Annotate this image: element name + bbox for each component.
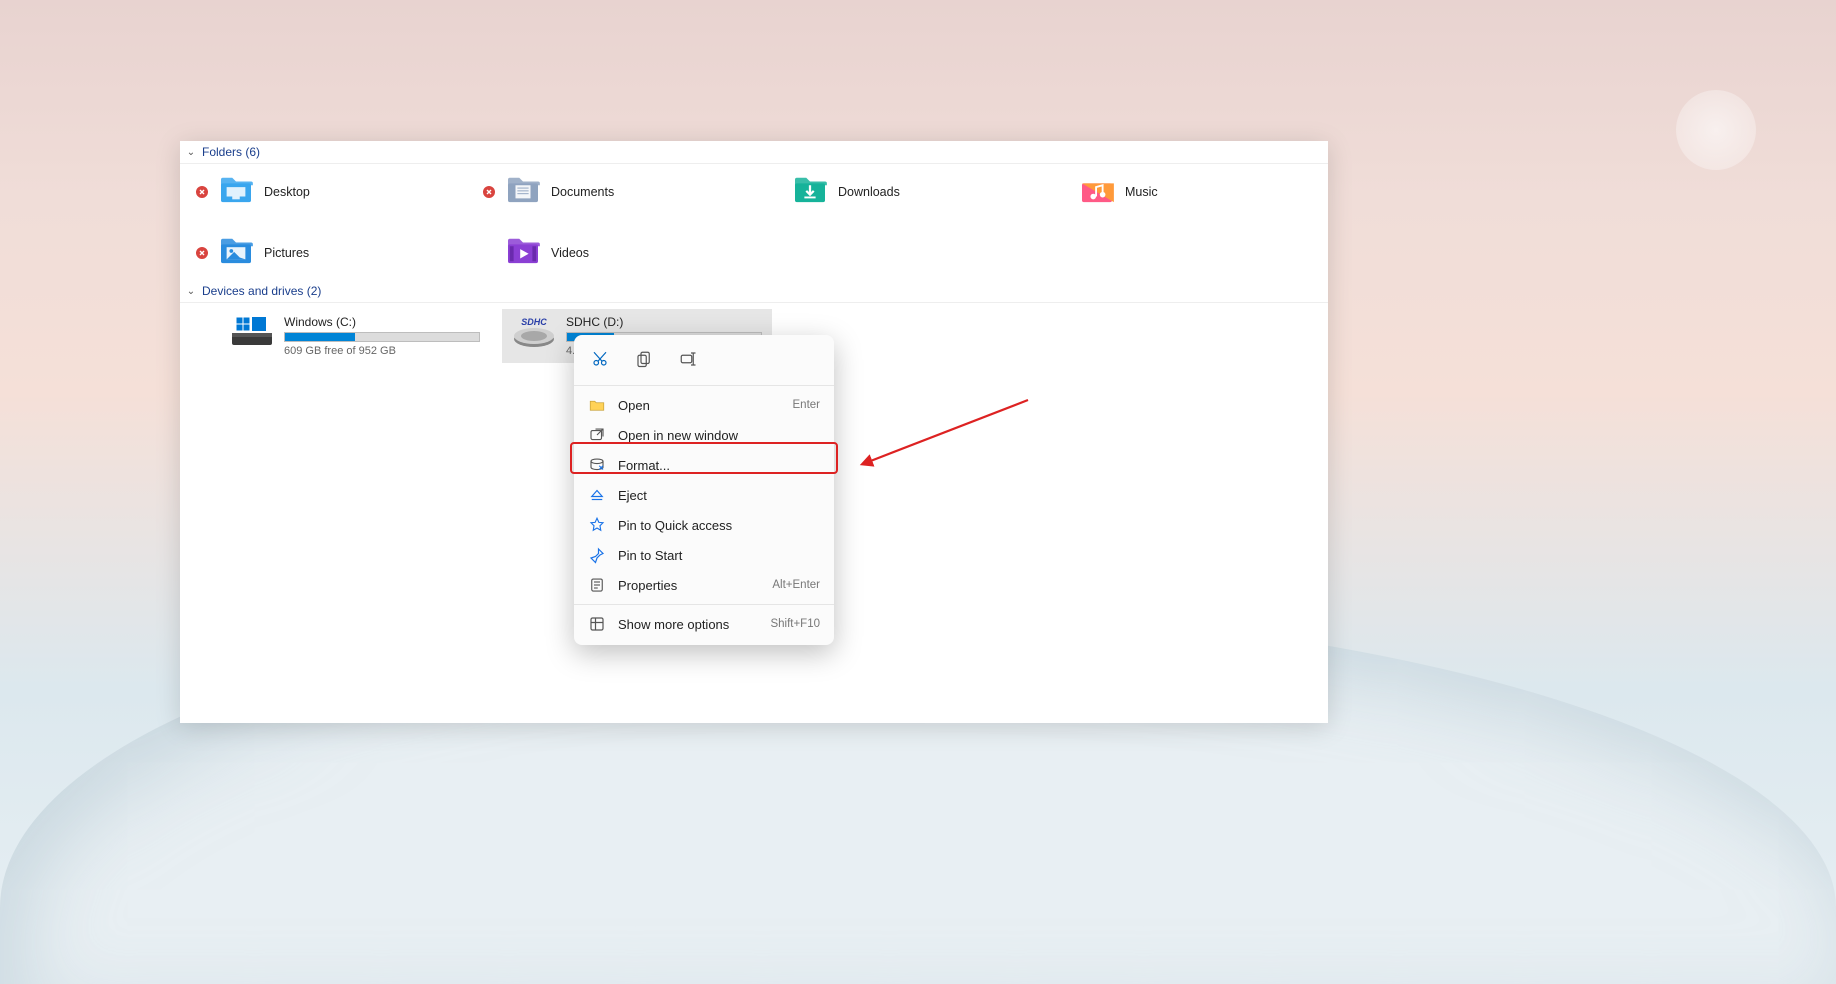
music-folder-icon (1079, 174, 1115, 209)
context-menu: Open Enter Open in new window Format... … (574, 335, 834, 645)
folder-label: Documents (551, 185, 614, 199)
folder-label: Videos (551, 246, 589, 260)
context-menu-shortcut: Enter (793, 399, 821, 411)
folder-label: Desktop (264, 185, 310, 199)
videos-folder-icon (505, 235, 541, 270)
drive-name: SDHC (D:) (566, 315, 762, 329)
folder-item-pictures[interactable]: Pictures (180, 231, 467, 274)
drive-item-0[interactable]: Windows (C:) 609 GB free of 952 GB (220, 309, 490, 363)
context-menu-topbar (574, 341, 834, 381)
copy-icon[interactable] (632, 347, 656, 371)
context-menu-more-label: Show more options (618, 617, 729, 632)
pin-icon (588, 546, 606, 564)
error-badge-icon (483, 186, 495, 198)
context-menu-label: Open in new window (618, 428, 738, 443)
open-window-icon (588, 426, 606, 444)
folders-section-header[interactable]: ⌄ Folders (6) (180, 141, 1328, 164)
drives-section-title: Devices and drives (2) (202, 284, 321, 298)
context-menu-eject[interactable]: Eject (574, 480, 834, 510)
folders-grid: Desktop Documents Downloads Music Pictur… (180, 164, 1328, 280)
drive-capacity-bar (284, 332, 480, 342)
more-options-icon (588, 615, 606, 633)
context-menu-separator (574, 385, 834, 386)
context-menu-properties[interactable]: Properties Alt+Enter (574, 570, 834, 600)
folder-item-desktop[interactable]: Desktop (180, 170, 467, 213)
folder-item-music[interactable]: Music (1041, 170, 1328, 213)
context-menu-format[interactable]: Format... (574, 450, 834, 480)
downloads-folder-icon (792, 174, 828, 209)
background-moon (1676, 90, 1756, 170)
documents-folder-icon (505, 174, 541, 209)
context-menu-separator (574, 604, 834, 605)
folder-label: Pictures (264, 246, 309, 260)
pictures-folder-icon (218, 235, 254, 270)
context-menu-shortcut: Alt+Enter (772, 579, 820, 591)
context-menu-open-window[interactable]: Open in new window (574, 420, 834, 450)
drives-section-header[interactable]: ⌄ Devices and drives (2) (180, 280, 1328, 303)
folder-label: Downloads (838, 185, 900, 199)
chevron-down-icon: ⌄ (184, 286, 198, 297)
context-menu-label: Pin to Start (618, 548, 682, 563)
drive-icon (230, 315, 274, 357)
context-menu-label: Pin to Quick access (618, 518, 732, 533)
context-menu-label: Open (618, 398, 650, 413)
error-badge-icon (196, 186, 208, 198)
desktop-folder-icon (218, 174, 254, 209)
context-menu-more-options[interactable]: Show more options Shift+F10 (574, 609, 834, 639)
context-menu-label: Format... (618, 458, 670, 473)
star-icon (588, 516, 606, 534)
error-badge-icon (196, 247, 208, 259)
folders-section-title: Folders (6) (202, 145, 260, 159)
context-menu-star[interactable]: Pin to Quick access (574, 510, 834, 540)
folder-item-downloads[interactable]: Downloads (754, 170, 1041, 213)
context-menu-more-shortcut: Shift+F10 (770, 618, 820, 630)
context-menu-folder-open[interactable]: Open Enter (574, 390, 834, 420)
context-menu-label: Properties (618, 578, 677, 593)
drive-icon: SDHC (512, 315, 556, 357)
svg-text:SDHC: SDHC (521, 317, 547, 327)
eject-icon (588, 486, 606, 504)
folder-item-videos[interactable]: Videos (467, 231, 754, 274)
cut-icon[interactable] (588, 347, 612, 371)
properties-icon (588, 576, 606, 594)
drive-free-text: 609 GB free of 952 GB (284, 345, 480, 357)
chevron-down-icon: ⌄ (184, 147, 198, 158)
format-icon (588, 456, 606, 474)
context-menu-label: Eject (618, 488, 647, 503)
folder-label: Music (1125, 185, 1158, 199)
context-menu-pin[interactable]: Pin to Start (574, 540, 834, 570)
rename-icon[interactable] (676, 347, 700, 371)
folder-open-icon (588, 396, 606, 414)
drive-name: Windows (C:) (284, 315, 480, 329)
folder-item-documents[interactable]: Documents (467, 170, 754, 213)
